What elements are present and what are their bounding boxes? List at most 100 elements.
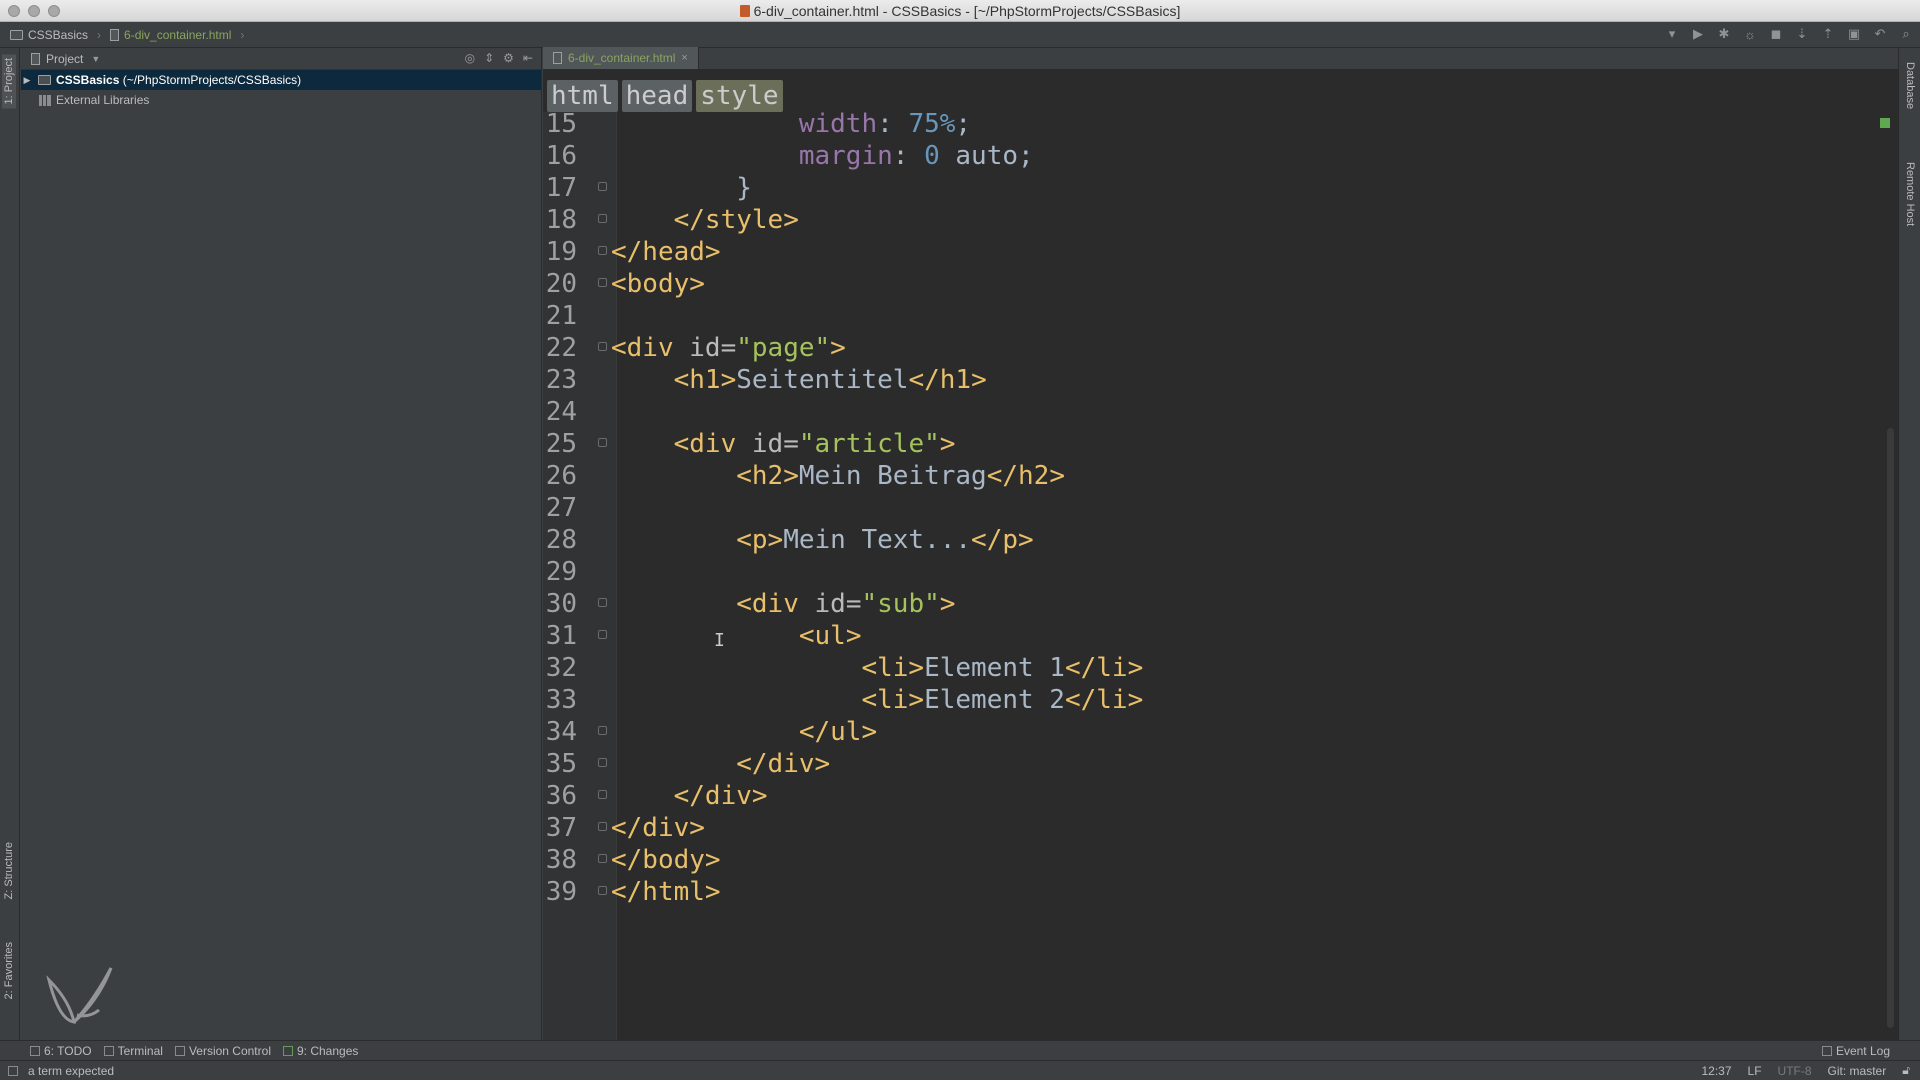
code-line[interactable]: 15 width: 75%;: [543, 112, 1873, 140]
code-line[interactable]: 24: [543, 396, 1873, 428]
caret-position[interactable]: 12:37: [1701, 1064, 1731, 1078]
todo-label: 6: TODO: [44, 1043, 92, 1058]
code-text: <div id="page">: [611, 333, 846, 363]
zoom-window-button[interactable]: [48, 5, 60, 17]
search-everywhere-icon[interactable]: ⌕: [1898, 26, 1914, 42]
code-line[interactable]: 23 <h1>Seitentitel</h1>: [543, 364, 1873, 396]
fold-marker-icon[interactable]: [598, 246, 607, 255]
nav-file-crumb[interactable]: 6-div_container.html: [124, 28, 231, 42]
nav-project-crumb[interactable]: CSSBasics: [28, 28, 88, 42]
lock-icon[interactable]: 🔓︎: [1902, 1063, 1910, 1078]
code-line[interactable]: 20 <body>: [543, 268, 1873, 300]
code-line[interactable]: 28 <p>Mein Text...</p>: [543, 524, 1873, 556]
run-config-dropdown-icon[interactable]: ▾: [1664, 26, 1680, 42]
chevron-down-icon[interactable]: ▼: [91, 54, 100, 64]
status-bar: a term expected 12:37 LF UTF-8 Git: mast…: [0, 1060, 1920, 1080]
project-view-selector[interactable]: Project: [46, 52, 83, 66]
code-line[interactable]: 37 </div>: [543, 812, 1873, 844]
run-icon[interactable]: ▶: [1690, 26, 1706, 42]
fold-marker-icon[interactable]: [598, 822, 607, 831]
code-line[interactable]: 18 </style>: [543, 204, 1873, 236]
code-area[interactable]: 15 width: 75%; 16 margin: 0 auto; 17 } 18 <…: [543, 112, 1873, 1040]
coverage-icon[interactable]: ☼: [1742, 26, 1758, 42]
project-root-path: (~/PhpStormProjects/CSSBasics): [122, 73, 302, 87]
fold-marker-icon[interactable]: [598, 758, 607, 767]
changes-label: 9: Changes: [296, 1043, 359, 1058]
gear-icon[interactable]: ⚙: [503, 51, 514, 65]
revert-icon[interactable]: ↶: [1872, 26, 1888, 42]
minimize-window-button[interactable]: [28, 5, 40, 17]
code-line[interactable]: 33 <li>Element 2</li>: [543, 684, 1873, 716]
fold-marker-icon[interactable]: [598, 182, 607, 191]
fold-marker-icon[interactable]: [598, 342, 607, 351]
changes-tool-button[interactable]: 9: Changes: [282, 1043, 359, 1058]
code-line[interactable]: 25 <div id="article">: [543, 428, 1873, 460]
terminal-tool-button[interactable]: Terminal: [103, 1044, 163, 1058]
project-tool-tab[interactable]: 1: Project: [2, 54, 16, 109]
fold-marker-icon[interactable]: [598, 726, 607, 735]
close-window-button[interactable]: [8, 5, 20, 17]
fold-marker-icon[interactable]: [598, 630, 607, 639]
editor-tab-file[interactable]: 6-div_container.html ×: [543, 47, 699, 69]
code-line[interactable]: 38 </body>: [543, 844, 1873, 876]
close-icon[interactable]: ×: [681, 52, 687, 64]
code-text: </html>: [611, 877, 721, 907]
line-number: 27: [545, 493, 577, 523]
vcs-commit-icon[interactable]: ⇡: [1820, 26, 1836, 42]
code-line[interactable]: 39 </html>: [543, 876, 1873, 908]
debug-icon[interactable]: ✱: [1716, 26, 1732, 42]
structure-tool-tab[interactable]: Z: Structure: [2, 838, 16, 903]
encoding-selector[interactable]: UTF-8: [1778, 1064, 1812, 1078]
expand-arrow-icon[interactable]: ▶: [21, 75, 33, 86]
vcs-branch-selector[interactable]: Git: master: [1828, 1064, 1887, 1078]
database-tool-tab[interactable]: Database: [1903, 58, 1917, 113]
line-number: 39: [545, 877, 577, 907]
editor-scrollbar[interactable]: [1887, 428, 1894, 1028]
breadcrumb-head[interactable]: head: [621, 80, 693, 112]
code-line[interactable]: 27: [543, 492, 1873, 524]
code-line[interactable]: 26 <h2>Mein Beitrag</h2>: [543, 460, 1873, 492]
project-panel-header: Project ▼ ◎ ⇕ ⚙ ⇤: [21, 48, 541, 70]
version-control-tool-button[interactable]: Version Control: [174, 1044, 271, 1058]
favorites-tool-tab[interactable]: 2: Favorites: [2, 938, 16, 1003]
tree-item-external-libraries[interactable]: External Libraries: [21, 90, 541, 110]
fold-marker-icon[interactable]: [598, 886, 607, 895]
code-line[interactable]: 16 margin: 0 auto;: [543, 140, 1873, 172]
hide-panel-icon[interactable]: ⇤: [523, 51, 533, 65]
vcs-history-icon[interactable]: ▣: [1846, 26, 1862, 42]
code-line[interactable]: 36 </div>: [543, 780, 1873, 812]
line-ending-selector[interactable]: LF: [1748, 1064, 1762, 1078]
remote-host-tool-tab[interactable]: Remote Host: [1903, 158, 1917, 230]
inspection-status-icon[interactable]: [1880, 118, 1890, 128]
code-line[interactable]: 19 </head>: [543, 236, 1873, 268]
code-text: </head>: [611, 237, 721, 267]
code-line[interactable]: 30 <div id="sub">: [543, 588, 1873, 620]
stop-icon[interactable]: ◼: [1768, 26, 1784, 42]
code-line[interactable]: 21: [543, 300, 1873, 332]
code-line[interactable]: 32 <li>Element 1</li>: [543, 652, 1873, 684]
code-line[interactable]: 35 </div>: [543, 748, 1873, 780]
vcs-update-icon[interactable]: ⇣: [1794, 26, 1810, 42]
fold-marker-icon[interactable]: [598, 854, 607, 863]
line-number: 37: [545, 813, 577, 843]
fold-marker-icon[interactable]: [598, 214, 607, 223]
fold-marker-icon[interactable]: [598, 438, 607, 447]
fold-marker-icon[interactable]: [598, 278, 607, 287]
line-number: 20: [545, 269, 577, 299]
event-log-button[interactable]: Event Log: [1821, 1044, 1890, 1058]
todo-tool-button[interactable]: 6: TODO: [30, 1044, 92, 1058]
breadcrumb-html[interactable]: html: [547, 80, 618, 112]
code-line[interactable]: 31 <ul>: [543, 620, 1873, 652]
code-line[interactable]: 17 }: [543, 172, 1873, 204]
code-line[interactable]: 29: [543, 556, 1873, 588]
code-line[interactable]: 22 <div id="page">: [543, 332, 1873, 364]
collapse-all-icon[interactable]: ⇕: [484, 51, 494, 65]
breadcrumb-style[interactable]: style: [696, 80, 783, 112]
toggle-tool-windows-icon[interactable]: [8, 1065, 18, 1076]
code-line[interactable]: 34 </ul>: [543, 716, 1873, 748]
locate-icon[interactable]: ◎: [465, 51, 475, 65]
fold-marker-icon[interactable]: [598, 598, 607, 607]
line-number: 30: [545, 589, 577, 619]
tree-item-project-root[interactable]: ▶ CSSBasics (~/PhpStormProjects/CSSBasic…: [21, 70, 541, 90]
fold-marker-icon[interactable]: [598, 790, 607, 799]
